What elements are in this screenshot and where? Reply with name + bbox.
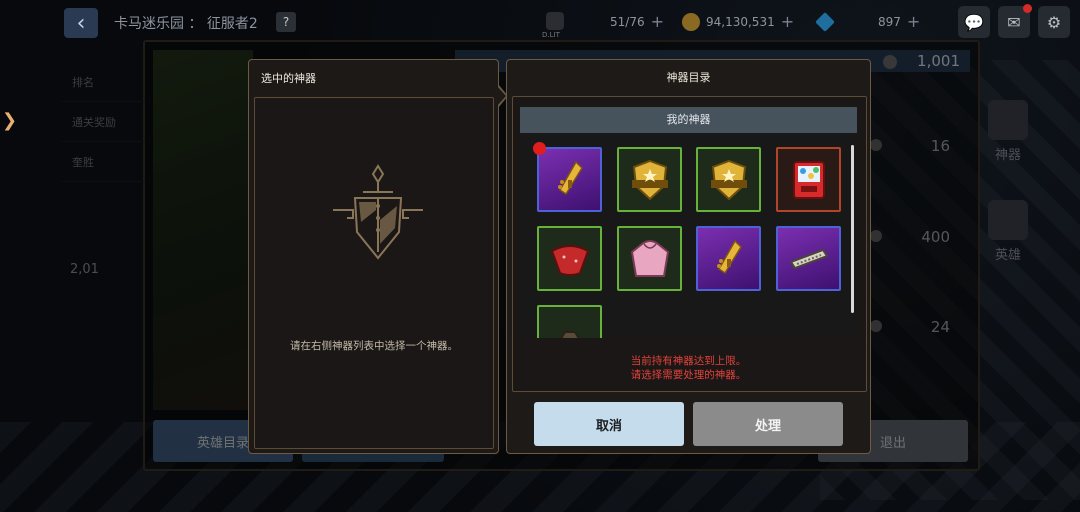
chat-icon: 💬 xyxy=(964,12,984,32)
mail-button[interactable]: ✉ xyxy=(998,4,1032,38)
gacha-machine-icon xyxy=(792,160,825,199)
chat-button[interactable]: 💬 xyxy=(958,6,990,38)
add-stamina-icon[interactable]: + xyxy=(651,12,664,31)
settings-button[interactable]: ⚙ xyxy=(1038,6,1070,38)
artifact-slot-golden-chain-gun-2[interactable] xyxy=(696,226,761,291)
selected-artifact-panel: 选中的神器 请在右侧神器列表中选择一个神器。 xyxy=(248,59,499,454)
gold-resource[interactable]: 94,130,531 + xyxy=(682,12,794,31)
limit-warning-line2: 请选择需要处理的神器。 xyxy=(630,369,747,381)
add-gold-icon[interactable]: + xyxy=(781,12,794,31)
panel-pointer-fill xyxy=(497,86,506,106)
notification-dot xyxy=(1023,4,1032,13)
gem-icon xyxy=(815,11,835,32)
top-bar: ‹ 卡马迷乐园 ： 征服者2 ? D.LIT 51/76 + 94,130,53… xyxy=(0,0,1080,44)
police-badge-icon xyxy=(710,159,747,200)
gear-icon: ⚙ xyxy=(1046,12,1062,32)
gold-value: 94,130,531 xyxy=(706,14,775,29)
tab-my-artifacts[interactable]: 我的神器 xyxy=(520,107,857,133)
help-button[interactable]: ? xyxy=(276,12,296,32)
arrow-left-icon: ‹ xyxy=(76,10,86,36)
red-bandana-icon xyxy=(550,244,589,276)
page-title: 卡马迷乐园 ： 征服者2 xyxy=(114,16,258,32)
golden-gun-icon xyxy=(716,239,742,274)
mail-icon: ✉ xyxy=(1007,12,1021,32)
artifact-slot-red-bandana[interactable] xyxy=(537,226,602,291)
selected-artifact-title: 选中的神器 xyxy=(261,72,316,85)
artifact-slot-police-badge-2[interactable] xyxy=(696,147,761,212)
empty-artifact-crest-icon xyxy=(333,164,423,260)
coffee-resource[interactable]: D.LIT xyxy=(542,12,564,39)
artifact-slot-gacha-machine[interactable] xyxy=(776,147,841,212)
selection-hint: 请在右侧神器列表中选择一个神器。 xyxy=(290,340,458,352)
pink-hoodie-icon xyxy=(630,239,669,277)
artifact-slot-harmonica[interactable] xyxy=(776,226,841,291)
coffee-caption: D.LIT xyxy=(542,31,560,39)
stamina-resource[interactable]: 51/76 + xyxy=(610,12,664,31)
side-drawer-arrow-icon[interactable]: ❯ xyxy=(2,110,17,131)
dark-artifact-icon xyxy=(559,330,580,338)
artifact-slot-pink-hoodie[interactable] xyxy=(617,226,682,291)
selected-artifact-slot: 请在右侧神器列表中选择一个神器。 xyxy=(254,97,494,449)
artifact-slot-dark-item[interactable] xyxy=(537,305,602,338)
top-right-icons: 💬 ✉ ⚙ xyxy=(958,4,1070,38)
new-badge xyxy=(533,142,546,155)
golden-gun-icon xyxy=(557,160,583,195)
gem-resource[interactable]: 897 + xyxy=(815,11,920,32)
gem-value: 897 xyxy=(878,14,901,29)
police-badge-icon xyxy=(631,159,668,200)
cancel-button[interactable]: 取消 xyxy=(534,402,684,446)
artifact-grid xyxy=(520,133,857,338)
artifact-slot-police-badge[interactable] xyxy=(617,147,682,212)
artifact-slot-golden-chain-gun[interactable] xyxy=(533,142,602,212)
add-gem-icon[interactable]: + xyxy=(907,12,920,31)
coffee-icon xyxy=(546,12,564,30)
catalog-title: 神器目录 xyxy=(666,71,711,84)
stamina-value: 51/76 xyxy=(610,14,645,29)
process-button[interactable]: 处理 xyxy=(693,402,843,446)
limit-warning-line1: 当前持有神器达到上限。 xyxy=(630,355,747,367)
back-button[interactable]: ‹ xyxy=(64,8,98,38)
harmonica-icon xyxy=(788,248,829,269)
artifact-catalog-panel: 神器目录 我的神器 当前持有神器达到上限。 请选择需要处理的神器。 取消 处理 xyxy=(506,59,871,454)
catalog-scrollbar[interactable] xyxy=(851,145,854,313)
gold-coin-icon xyxy=(682,12,700,31)
